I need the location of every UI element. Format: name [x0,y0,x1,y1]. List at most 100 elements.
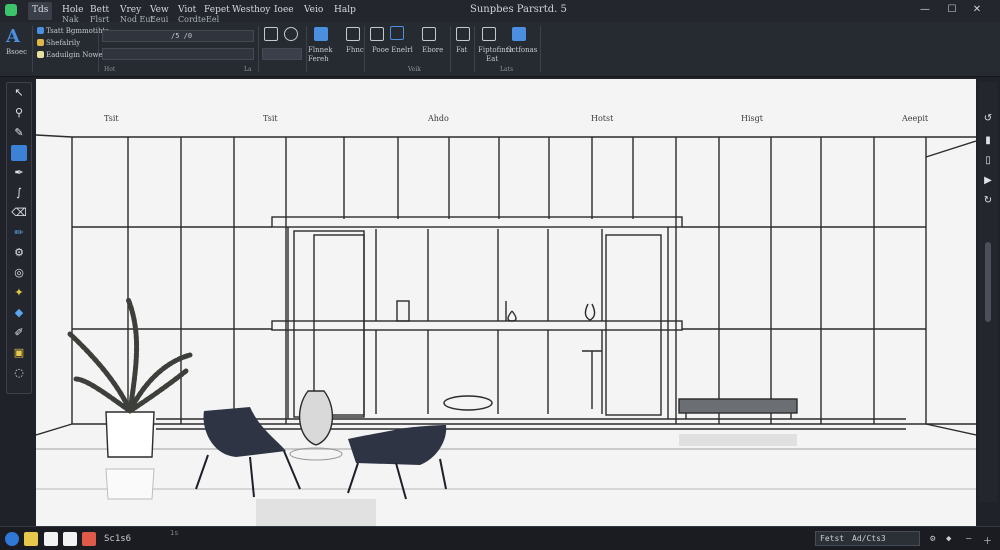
copy-icon[interactable] [456,27,470,41]
close-button[interactable]: ✕ [970,3,984,17]
app-window: Tds Hole Bett Vrey Vew Viot Fepet Westho… [0,0,1000,550]
menu-item-ioee[interactable]: Ioee [274,5,294,15]
minimize-button[interactable]: — [918,3,932,17]
menu-item-vrey[interactable]: Vrey [120,5,141,15]
sheet-icon[interactable] [63,532,77,546]
shelf-vase [505,301,517,322]
ribbon-separator [364,26,365,72]
ribbon-separator [450,26,451,72]
right-wall-floor [925,423,976,436]
layer-color-icon [37,39,44,46]
frame-icon[interactable] [390,26,404,40]
mezzanine-middle-slab [271,320,683,331]
right-toolbar: ↺ ▮ ▯ ▶ ↻ [978,82,998,502]
floor-left [36,423,73,436]
property-field-top[interactable]: /5 /0 [102,30,254,42]
folder-icon[interactable] [24,532,38,546]
layer-row-1[interactable]: Tsatt Bgmmotihts [46,27,109,35]
zoom-in-icon[interactable]: ＋ [983,534,992,547]
music-note-icon[interactable] [264,27,278,41]
brush-icon[interactable]: ∫ [11,185,27,201]
ribbon-separator [474,26,475,72]
right-wall-top [925,140,976,158]
play-icon[interactable]: ▶ [981,174,995,188]
floor-vase [298,390,334,446]
fill-icon[interactable]: ◆ [11,305,27,321]
ribbon-label-fereh: Fereh [308,55,329,63]
status-bar: Sc1s6 1s Fetst Ad/Cts3 ⚙ ◆ — ＋ [0,526,1000,550]
page-icon[interactable]: ▯ [981,154,995,168]
text-tool-label: Bsoec [6,48,28,56]
layer-row-3[interactable]: Eaduilgin Nowei [46,51,105,59]
vertical-scrollbar[interactable] [985,242,991,322]
app-icon[interactable] [82,532,96,546]
group-label-hot: Hot [104,66,116,73]
drawing-canvas[interactable]: Tsit Tsit Ahdo Hotst Hisgt Aeepit [36,79,976,526]
dropper-icon[interactable]: ✒ [11,165,27,181]
note-icon[interactable]: ▣ [11,345,27,361]
chair-reflection [256,499,376,526]
settings-icon[interactable]: ⚙ [930,534,935,544]
document-icon[interactable] [44,532,58,546]
pin-icon[interactable] [422,27,436,41]
side-table [289,447,343,461]
ribbon-toolbar: A Bsoec Tsatt Bgmmotihts Shefalrily Eadu… [0,22,1000,77]
group-label-lats: Lats [500,66,514,73]
doc-icon[interactable]: ▮ [981,134,995,148]
property-field-bottom[interactable] [102,48,254,60]
canvas-label-5: Hisgt [741,114,763,123]
menu-item-veio[interactable]: Veio [304,5,323,15]
lasso-icon[interactable]: ◌ [11,365,27,381]
maximize-button[interactable]: ☐ [945,3,959,17]
canvas-label-3: Ahdo [428,114,449,123]
pencil-icon[interactable]: ✏ [11,225,27,241]
start-icon[interactable] [5,532,19,546]
select-icon[interactable] [11,145,27,161]
pointer-icon[interactable]: ↖ [11,85,27,101]
undo-icon[interactable]: ↺ [981,112,995,126]
door-panel-left [313,234,365,416]
export-icon[interactable] [512,27,526,41]
layer-row-2[interactable]: Shefalrily [46,39,80,47]
flask-icon[interactable] [314,27,328,41]
pen-icon[interactable]: ✎ [11,125,27,141]
coordinate-box[interactable]: Fetst Ad/Cts3 [815,531,920,546]
menu-item-tds[interactable]: Tds [32,5,48,15]
zoom-icon[interactable]: ⚲ [11,105,27,121]
bench-cushion [443,395,493,411]
size-dropdown[interactable] [262,48,302,60]
menu-item-hole[interactable]: Hole [62,5,83,15]
ribbon-separator [32,26,33,72]
menu-item-fepet[interactable]: Fepet [204,5,230,15]
tray-text: Sc1s6 [104,534,132,544]
shape-icon[interactable] [346,27,360,41]
gear-icon[interactable]: ⚙ [11,245,27,261]
ribbon-separator [98,26,99,72]
bench-right [678,398,798,414]
ribbon-separator [540,26,541,72]
menu-item-viot[interactable]: Viot [178,5,196,15]
document-title: Sunpbes Parsrtd. 5 [470,4,567,15]
eraser-icon[interactable]: ⌫ [11,205,27,221]
ribbon-label-ebore: Ebore [422,46,444,54]
magnet-icon[interactable]: ◎ [11,265,27,281]
paint-icon[interactable]: ✦ [11,285,27,301]
app-logo-icon[interactable] [5,4,17,16]
layout-icon[interactable] [482,27,496,41]
ceiling-left [36,134,73,138]
menu-item-halp[interactable]: Halp [334,5,356,15]
left-toolbar: ↖ ⚲ ✎ ✒ ∫ ⌫ ✏ ⚙ ◎ ✦ ◆ ✐ ▣ ◌ [6,82,32,394]
mezzanine-top-slab [271,216,683,228]
redo-icon[interactable]: ↻ [981,194,995,208]
clock-icon[interactable] [284,27,298,41]
diamond-icon[interactable]: ◆ [946,534,951,544]
group-label-veik: Veik [408,66,421,73]
menu-item-vew[interactable]: Vew [150,5,169,15]
zoom-out-icon[interactable]: — [966,534,971,544]
brush-small-icon[interactable]: ✐ [11,325,27,341]
menu-item-westhoy[interactable]: Westhoy [232,5,270,15]
eye-icon[interactable] [370,27,384,41]
text-tool-icon[interactable]: A [6,26,20,47]
ribbon-label-flnnek: Flnnek [308,46,333,54]
menu-item-bett[interactable]: Bett [90,5,109,15]
